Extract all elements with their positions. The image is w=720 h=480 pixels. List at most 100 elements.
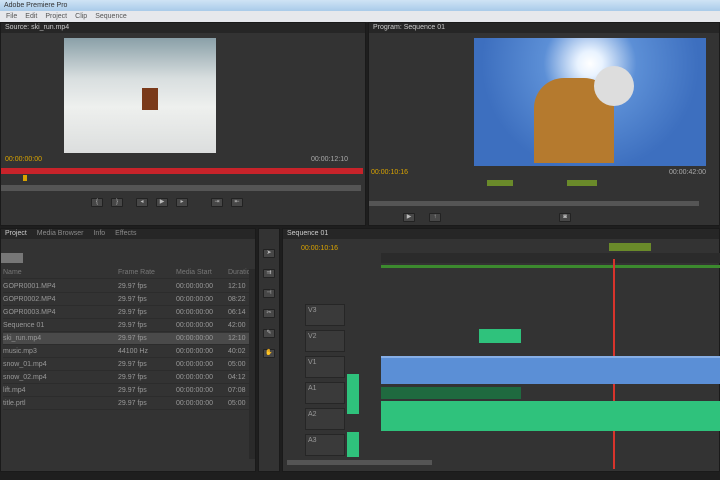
item-start: 00:00:00:00: [176, 322, 213, 329]
col-start[interactable]: Media Start: [176, 267, 228, 278]
pen-tool-icon[interactable]: ✎: [263, 329, 275, 338]
selection-tool-icon[interactable]: ➤: [263, 249, 275, 258]
tab-project[interactable]: Project: [5, 229, 27, 239]
menu-edit[interactable]: Edit: [25, 11, 37, 22]
item-name: title.prtl: [3, 400, 26, 407]
menu-file[interactable]: File: [6, 11, 17, 22]
hand-tool-icon[interactable]: ✋: [263, 349, 275, 358]
project-search-input[interactable]: [1, 253, 23, 263]
item-start: 00:00:00:00: [176, 309, 213, 316]
item-start: 00:00:00:00: [176, 400, 213, 407]
item-fps: 29.97 fps: [118, 296, 147, 303]
item-start: 00:00:00:00: [176, 296, 213, 303]
item-start: 00:00:00:00: [176, 361, 213, 368]
mark-in-button[interactable]: {: [91, 198, 103, 207]
program-duration: 00:00:42:00: [669, 169, 706, 176]
item-start: 00:00:00:00: [176, 374, 213, 381]
project-scrollbar[interactable]: [249, 269, 255, 459]
work-area-bar[interactable]: [381, 265, 720, 268]
program-monitor: Program: Sequence 01 00:00:10:16 00:00:4…: [368, 22, 720, 226]
project-item[interactable]: lift.mp4 29.97 fps 00:00:00:00 07:08: [3, 385, 253, 397]
audio-clip-a1[interactable]: [381, 387, 521, 399]
track-header[interactable]: A3: [305, 434, 345, 456]
program-scrub-bar[interactable]: [369, 201, 699, 206]
track-header[interactable]: V1: [305, 356, 345, 378]
source-monitor: Source: ski_run.mp4 00:00:00:00 00:00:12…: [0, 22, 366, 226]
source-scrub-bar[interactable]: [1, 168, 363, 174]
source-zoom-bar[interactable]: [1, 185, 361, 191]
item-fps: 29.97 fps: [118, 374, 147, 381]
project-item[interactable]: title.prtl 29.97 fps 00:00:00:00 05:00: [3, 398, 253, 410]
track-header[interactable]: A1: [305, 382, 345, 404]
track-select-tool-icon[interactable]: ⇉: [263, 269, 275, 278]
tab-sequence[interactable]: Sequence 01: [287, 229, 328, 239]
track-label: A1: [308, 385, 317, 392]
project-item[interactable]: music.mp3 44100 Hz 00:00:00:00 40:02: [3, 346, 253, 358]
overwrite-button[interactable]: ⇤: [231, 198, 243, 207]
col-fps[interactable]: Frame Rate: [118, 267, 176, 278]
item-name: GOPR0002.MP4: [3, 296, 56, 303]
project-item[interactable]: ski_run.mp4 29.97 fps 00:00:00:00 12:10: [3, 333, 253, 345]
mark-out-button[interactable]: }: [111, 198, 123, 207]
item-name: lift.mp4: [3, 387, 26, 394]
menu-sequence[interactable]: Sequence: [95, 11, 127, 22]
track-header[interactable]: V2: [305, 330, 345, 352]
tab-source[interactable]: Source: ski_run.mp4: [5, 23, 69, 33]
project-item[interactable]: snow_01.mp4 29.97 fps 00:00:00:00 05:00: [3, 359, 253, 371]
lift-button[interactable]: ↑: [429, 213, 441, 222]
col-name[interactable]: Name: [3, 267, 118, 278]
item-fps: 29.97 fps: [118, 361, 147, 368]
audio-meter: [347, 374, 359, 414]
project-item[interactable]: GOPR0001.MP4 29.97 fps 00:00:00:00 12:10: [3, 281, 253, 293]
skier-figure: [142, 88, 158, 110]
source-playhead[interactable]: [23, 175, 27, 181]
item-fps: 29.97 fps: [118, 283, 147, 290]
project-item[interactable]: snow_02.mp4 29.97 fps 00:00:00:00 04:12: [3, 372, 253, 384]
track-label: V1: [308, 359, 317, 366]
step-forward-button[interactable]: ▸: [176, 198, 188, 207]
source-video-frame: [64, 38, 216, 153]
track-label: V2: [308, 333, 317, 340]
item-fps: 44100 Hz: [118, 348, 148, 355]
item-name: GOPR0003.MP4: [3, 309, 56, 316]
item-start: 00:00:00:00: [176, 348, 213, 355]
play-button[interactable]: ▶: [156, 198, 168, 207]
item-name: music.mp3: [3, 348, 37, 355]
item-fps: 29.97 fps: [118, 387, 147, 394]
helmet-figure: [594, 66, 634, 106]
track-label: V3: [308, 307, 317, 314]
tab-media-browser[interactable]: Media Browser: [37, 229, 84, 239]
project-item[interactable]: GOPR0002.MP4 29.97 fps 00:00:00:00 08:22: [3, 294, 253, 306]
item-fps: 29.97 fps: [118, 322, 147, 329]
menu-clip[interactable]: Clip: [75, 11, 87, 22]
ripple-tool-icon[interactable]: ⊣: [263, 289, 275, 298]
playhead-label: [609, 243, 651, 251]
tab-info[interactable]: Info: [93, 229, 105, 239]
item-start: 00:00:00:00: [176, 387, 213, 394]
export-frame-button[interactable]: ◙: [559, 213, 571, 222]
step-back-button[interactable]: ◂: [136, 198, 148, 207]
item-fps: 29.97 fps: [118, 400, 147, 407]
time-ruler[interactable]: [381, 253, 720, 263]
item-start: 00:00:00:00: [176, 335, 213, 342]
play-button[interactable]: ▶: [403, 213, 415, 222]
menu-bar: File Edit Project Clip Sequence: [0, 11, 720, 22]
audio-clip-a2[interactable]: [381, 401, 720, 431]
menu-project[interactable]: Project: [45, 11, 67, 22]
tab-effects[interactable]: Effects: [115, 229, 136, 239]
track-header[interactable]: V3: [305, 304, 345, 326]
window-title: Adobe Premiere Pro: [4, 2, 68, 9]
track-header[interactable]: A2: [305, 408, 345, 430]
track-label: A3: [308, 437, 317, 444]
project-item[interactable]: GOPR0003.MP4 29.97 fps 00:00:00:00 06:14: [3, 307, 253, 319]
project-item[interactable]: Sequence 01 29.97 fps 00:00:00:00 42:00: [3, 320, 253, 332]
insert-button[interactable]: ⇥: [211, 198, 223, 207]
item-start: 00:00:00:00: [176, 283, 213, 290]
video-clip-v1[interactable]: [381, 356, 720, 384]
title-clip[interactable]: [479, 329, 521, 343]
item-name: snow_01.mp4: [3, 361, 47, 368]
timeline-panel: Sequence 01 00:00:10:16 V3 V2 V1 A1 A2 A3: [282, 228, 720, 472]
timeline-scrollbar[interactable]: [287, 460, 432, 465]
tab-program[interactable]: Program: Sequence 01: [373, 23, 445, 33]
razor-tool-icon[interactable]: ✂: [263, 309, 275, 318]
